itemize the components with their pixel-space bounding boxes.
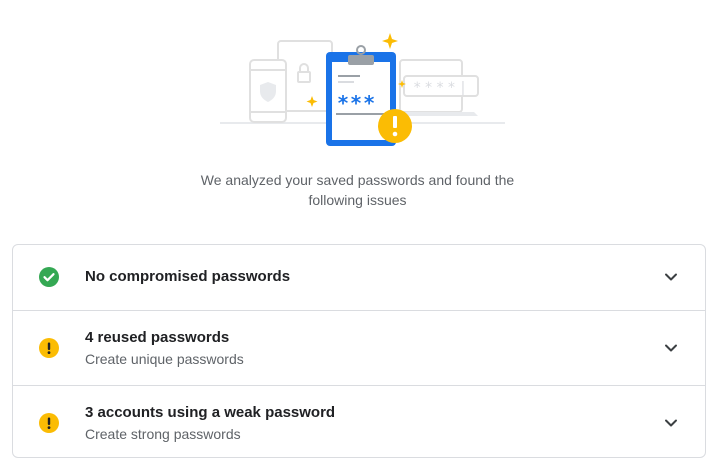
issue-title: 3 accounts using a weak password	[85, 404, 336, 421]
issue-row-compromised[interactable]: No compromised passwords	[13, 245, 705, 310]
chevron-down-icon[interactable]	[663, 269, 679, 285]
check-circle-icon	[39, 267, 59, 287]
password-checkup-illustration: ****| ***	[220, 33, 505, 146]
issue-title: 4 reused passwords	[85, 329, 230, 346]
issue-row-reused[interactable]: 4 reused passwords Create unique passwor…	[13, 310, 705, 385]
warning-icon	[39, 413, 59, 433]
summary-line-1: We analyzed your saved passwords and fou…	[200, 172, 515, 188]
chevron-down-icon[interactable]	[663, 415, 679, 431]
warning-icon	[39, 338, 59, 358]
issue-row-weak[interactable]: 3 accounts using a weak password Create …	[13, 385, 705, 457]
summary-line-2: following issues	[308, 192, 407, 208]
issue-subtitle: Create strong passwords	[85, 426, 241, 442]
issue-title: No compromised passwords	[85, 268, 291, 285]
issues-list: No compromised passwords 4 reused passwo…	[12, 244, 706, 458]
issue-subtitle: Create unique passwords	[85, 351, 244, 367]
masked-password-text: ***	[337, 91, 376, 115]
sparkle-icon	[382, 33, 398, 49]
chevron-down-icon[interactable]	[663, 340, 679, 356]
analysis-summary: We analyzed your saved passwords and fou…	[0, 170, 715, 210]
masked-field-text: ****|	[413, 80, 470, 96]
